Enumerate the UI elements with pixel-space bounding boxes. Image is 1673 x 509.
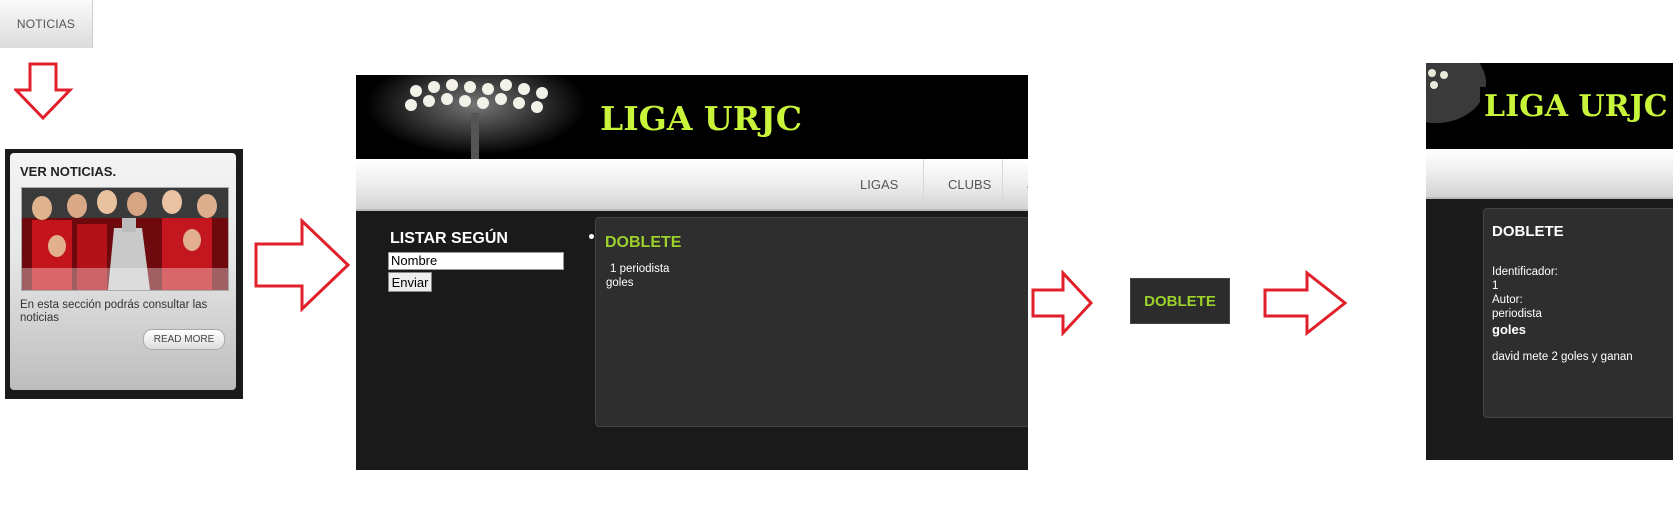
badge-label: DOBLETE [1144,292,1216,310]
news-card: VER NOTICIAS. En esta sección podrás con… [10,153,236,390]
arrow-right-icon [1263,270,1348,336]
tab-noticias[interactable]: NOTICIAS [0,0,93,48]
news-item-author: 1 periodista [610,263,670,275]
news-detail-page: LIGA URJC DOBLETE Identificador: 1 Autor… [1426,63,1673,460]
search-input[interactable]: Nombre [388,252,564,270]
nav-item-ju[interactable]: JU [1002,159,1028,209]
main-nav: LIGAS CLUBS JU [356,159,1028,211]
news-card-description: En esta sección podrás consultar las not… [20,299,208,324]
id-label: Identificador: [1492,266,1558,278]
news-detail-fields: Identificador: 1 Autor: periodista [1492,265,1558,321]
nav-item-label: JU [1027,177,1028,192]
team-photo-image [22,188,228,290]
site-header: LIGA URJC [356,75,1028,159]
news-detail-body: david mete 2 goles y ganan [1492,351,1633,363]
news-item-title-link[interactable]: DOBLETE [605,234,681,252]
submit-label: Enviar [391,274,429,290]
site-logo[interactable]: LIGA URJC [594,97,808,141]
arrow-right-icon [254,218,351,312]
arrow-right-icon [1031,270,1094,336]
news-photo [21,187,229,291]
site-header: LIGA URJC [1426,63,1673,149]
author-label: Autor: [1492,294,1523,306]
news-title-link-zoom[interactable]: DOBLETE [1130,278,1230,324]
news-card-title: VER NOTICIAS. [20,164,117,179]
main-nav [1426,149,1673,199]
list-bullet [589,234,594,239]
arrow-down-icon [14,62,74,120]
news-detail-title: DOBLETE [1492,223,1564,240]
submit-button[interactable]: Enviar [388,272,432,292]
news-list-page: LIGA URJC LIGAS CLUBS JU LISTAR SEGÚN No… [356,75,1028,470]
id-value: 1 [1492,280,1499,292]
news-panel: VER NOTICIAS. En esta sección podrás con… [5,149,243,399]
news-item-meta: 1 periodista goles [606,262,669,290]
tab-noticias-label: NOTICIAS [16,17,76,31]
stadium-lights-image [356,75,596,159]
nav-item-ligas[interactable]: LIGAS [836,159,922,209]
author-value: periodista [1492,308,1542,320]
nav-item-label: LIGAS [860,176,899,192]
news-detail-tag: goles [1492,322,1526,337]
nav-item-label: CLUBS [948,176,992,192]
site-logo[interactable]: LIGA URJC [1480,87,1672,127]
read-more-button[interactable]: READ MORE [143,329,225,350]
read-more-label: READ MORE [153,334,215,345]
news-item-tag: goles [606,277,634,289]
list-heading: LISTAR SEGÚN [390,230,508,247]
